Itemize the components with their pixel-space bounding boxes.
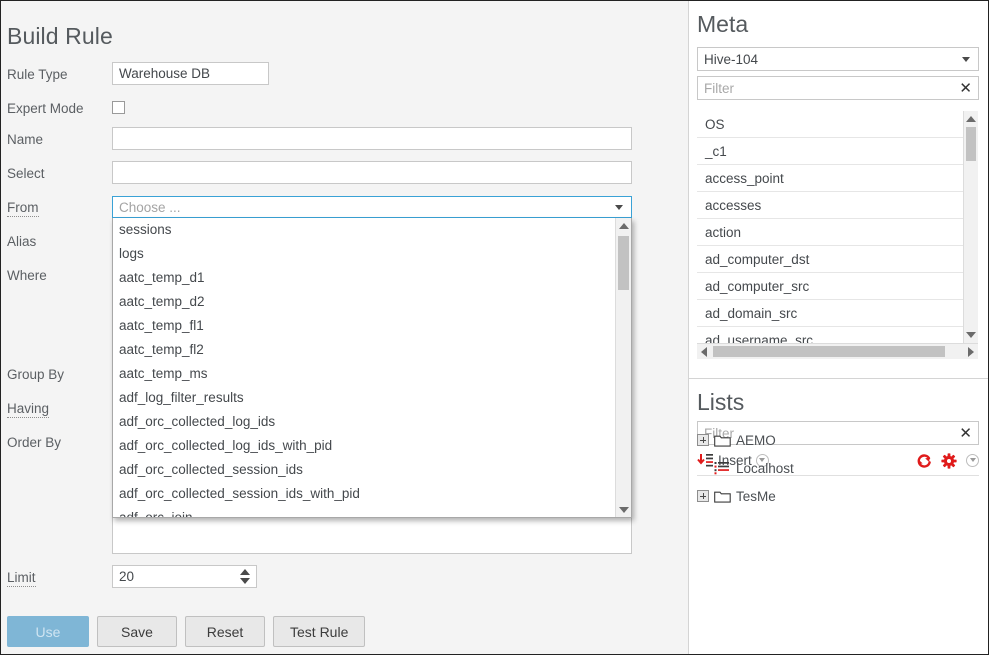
scroll-down-icon[interactable] [619,507,629,513]
where-label: Where [7,268,47,283]
limit-stepper-arrows[interactable] [238,566,256,587]
from-dropdown-option[interactable]: adf_orc_collected_log_ids_with_pid [113,434,617,458]
right-sidebar: Meta Hive-104 Filter ✕ OS_c1access_point… [688,1,989,654]
from-dropdown-option[interactable]: aatc_temp_ms [113,362,617,386]
stepper-down-icon[interactable] [240,578,250,584]
scroll-up-icon[interactable] [619,223,629,229]
rule-type-label: Rule Type [7,67,68,82]
from-dropdown-options[interactable]: sessionslogsaatc_temp_d1aatc_temp_d2aatc… [113,218,617,518]
alias-label: Alias [7,234,36,249]
chevron-down-icon [615,205,623,210]
folder-icon [714,489,731,503]
expand-icon[interactable] [697,434,709,446]
action-buttons: Use Save Reset Test Rule [7,616,365,647]
scroll-right-icon[interactable] [968,347,974,357]
scroll-up-icon[interactable] [966,116,976,122]
meta-column-rows[interactable]: OS_c1access_pointaccessesactionad_comput… [697,111,963,343]
meta-column-row[interactable]: OS [697,111,963,138]
expert-mode-checkbox[interactable] [112,101,125,114]
from-dropdown-option[interactable]: adf_orc_collected_session_ids [113,458,617,482]
limit-stepper[interactable]: 20 [112,565,257,588]
from-dropdown-option[interactable]: sessions [113,218,617,242]
from-label: From [7,200,39,217]
build-rule-window: Build Rule Rule Type Expert Mode Name Se… [0,0,989,655]
from-dropdown-option[interactable]: logs [113,242,617,266]
reset-button[interactable]: Reset [185,616,265,647]
dropdown-vertical-scrollbar[interactable] [615,218,631,518]
meta-column-row[interactable]: access_point [697,165,963,192]
meta-vertical-scrollbar[interactable] [963,111,978,343]
expand-icon[interactable] [697,490,709,502]
scrollbar-thumb[interactable] [618,236,629,290]
meta-title: Meta [689,1,989,38]
tree-item-label: AEMO [736,433,776,448]
build-rule-panel: Build Rule Rule Type Expert Mode Name Se… [1,1,688,654]
lists-title: Lists [689,379,989,416]
rule-type-input[interactable] [112,62,269,85]
list-icon [714,461,730,475]
folder-icon [714,433,731,447]
meta-column-row[interactable]: ad_computer_dst [697,246,963,273]
from-dropdown-option[interactable]: adf_log_filter_results [113,386,617,410]
limit-label: Limit [7,570,36,587]
from-dropdown-option[interactable]: aatc_temp_d2 [113,290,617,314]
tree-item[interactable]: Localhost [689,454,989,482]
lists-section: Lists Filter ✕ Insert [689,378,989,654]
select-input[interactable] [112,161,632,184]
expert-mode-label: Expert Mode [7,101,84,116]
meta-column-list[interactable]: OS_c1access_pointaccessesactionad_comput… [697,111,978,359]
meta-column-row[interactable]: ad_computer_src [697,273,963,300]
test-rule-button[interactable]: Test Rule [273,616,365,647]
save-button[interactable]: Save [97,616,177,647]
scroll-down-icon[interactable] [966,332,976,338]
tree-item-label: TesMe [736,489,776,504]
scrollbar-thumb[interactable] [966,127,976,161]
meta-column-row[interactable]: accesses [697,192,963,219]
select-label: Select [7,166,45,181]
tree-item[interactable]: TesMe [689,482,989,510]
meta-column-row[interactable]: _c1 [697,138,963,165]
page-title: Build Rule [7,23,113,50]
tree-item-label: Localhost [736,461,794,476]
meta-source-select[interactable]: Hive-104 [697,47,979,71]
use-button[interactable]: Use [7,616,89,647]
from-select[interactable]: Choose ... [112,196,632,218]
lists-tree[interactable]: AEMO Localhost TesMe [689,426,989,510]
from-select-placeholder: Choose ... [119,200,615,215]
from-dropdown-popup[interactable]: sessionslogsaatc_temp_d1aatc_temp_d2aatc… [112,218,632,518]
from-dropdown-option[interactable]: adf_orc_join [113,506,617,518]
meta-column-row[interactable]: action [697,219,963,246]
from-dropdown-option[interactable]: aatc_temp_fl2 [113,338,617,362]
tree-item[interactable]: AEMO [689,426,989,454]
group-by-label: Group By [7,367,64,382]
scroll-left-icon[interactable] [701,347,707,357]
scrollbar-thumb[interactable] [713,346,945,357]
meta-filter-field[interactable]: Filter ✕ [697,76,979,100]
name-input[interactable] [112,127,632,150]
from-dropdown-option[interactable]: adf_orc_collected_log_ids [113,410,617,434]
meta-column-row[interactable]: ad_username_src [697,327,963,343]
having-label: Having [7,401,49,418]
meta-section: Meta Hive-104 Filter ✕ OS_c1access_point… [689,1,989,100]
name-label: Name [7,132,43,147]
meta-column-row[interactable]: ad_domain_src [697,300,963,327]
chevron-down-icon [962,57,970,62]
clear-icon[interactable]: ✕ [959,81,972,96]
from-dropdown-option[interactable]: aatc_temp_fl1 [113,314,617,338]
stepper-up-icon[interactable] [240,569,250,575]
limit-value: 20 [119,569,238,584]
from-dropdown-option[interactable]: aatc_temp_d1 [113,266,617,290]
meta-filter-placeholder: Filter [704,81,959,96]
meta-horizontal-scrollbar[interactable] [697,343,978,359]
from-dropdown-option[interactable]: adf_orc_collected_session_ids_with_pid [113,482,617,506]
order-by-label: Order By [7,435,61,450]
meta-source-value: Hive-104 [704,52,758,67]
extra-textarea[interactable] [112,516,632,554]
